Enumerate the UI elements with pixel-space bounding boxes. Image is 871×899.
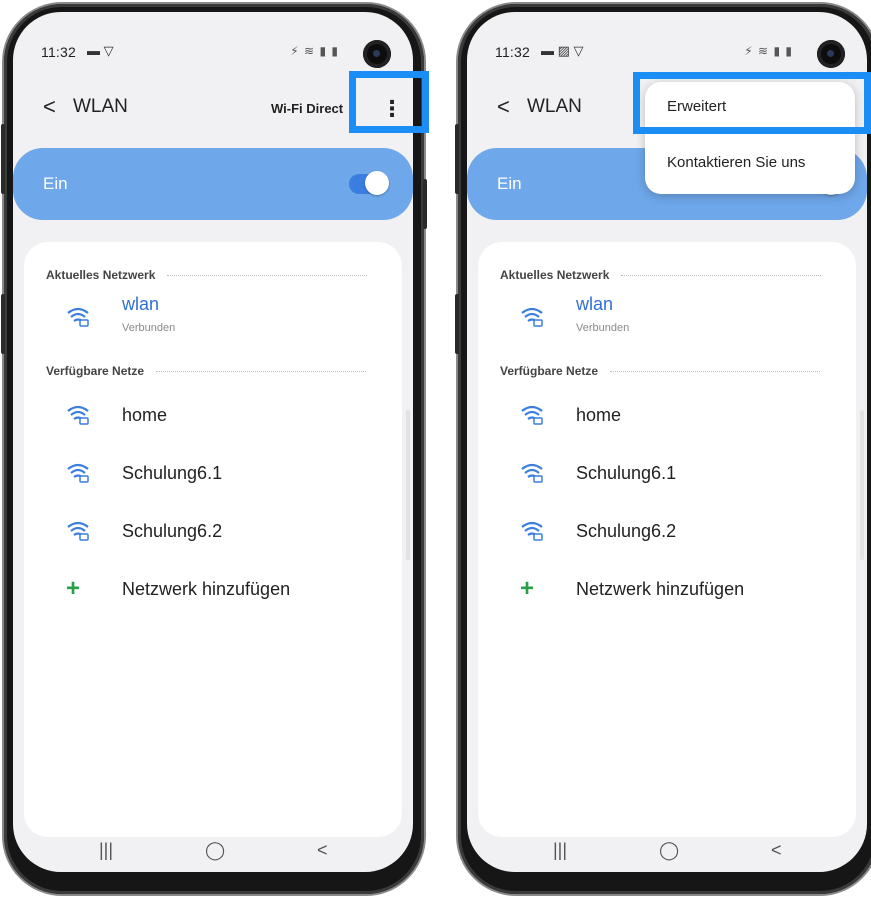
menu-item-kontakt[interactable]: Kontaktieren Sie uns: [667, 154, 805, 171]
available-networks-header: Verfügbare Netze: [46, 364, 367, 378]
toggle-label: Ein: [43, 174, 68, 193]
switch-knob: [365, 171, 389, 195]
highlight-more-options: [349, 71, 429, 133]
network-list-card: Aktuelles Netzwerk wlan Verbunden Verfüg…: [478, 242, 856, 837]
network-name: Schulung6.1: [122, 463, 223, 483]
status-bar: 11:32 ▬ ▨ ▽ ⚡ ≋ ▮ ▮: [485, 42, 849, 66]
screen-left: 11:32 ▬ ▽ ⚡ ≋ ▮ ▮ < WLAN Wi-Fi Direct ⋮ …: [13, 12, 413, 872]
highlight-erweitert: [633, 72, 871, 134]
notification-icons: ▬ ▨ ▽: [541, 43, 584, 58]
current-network-name[interactable]: wlan: [576, 294, 613, 315]
wifi-lock-icon: [521, 521, 543, 541]
volume-button: [1, 124, 5, 194]
recents-icon[interactable]: |||: [553, 840, 567, 861]
scrollbar[interactable]: [860, 410, 864, 560]
wifi-lock-icon: [521, 463, 543, 483]
wifi-lock-icon: [67, 307, 89, 327]
screen-right: 11:32 ▬ ▨ ▽ ⚡ ≋ ▮ ▮ < WLAN Ein Aktuelles…: [467, 12, 867, 872]
back-arrow-icon[interactable]: <: [43, 94, 56, 120]
navigation-bar: ||| ◯ <: [13, 838, 413, 872]
recents-icon[interactable]: |||: [99, 840, 113, 861]
wifi-lock-icon: [521, 307, 543, 327]
wifi-lock-icon: [67, 521, 89, 541]
wlan-switch[interactable]: [349, 171, 389, 195]
nav-back-icon[interactable]: <: [771, 840, 782, 861]
wifi-lock-icon: [521, 405, 543, 425]
home-icon[interactable]: ◯: [659, 840, 679, 861]
current-network-status: Verbunden: [122, 322, 176, 334]
current-network-status: Verbunden: [576, 322, 630, 334]
page-title: WLAN: [73, 96, 128, 117]
network-list-card: Aktuelles Netzwerk wlan Verbunden Verfüg…: [24, 242, 402, 837]
plus-icon: +: [520, 575, 535, 602]
toggle-label: Ein: [497, 174, 522, 193]
scrollbar[interactable]: [406, 410, 410, 560]
back-arrow-icon[interactable]: <: [497, 94, 510, 120]
phone-left: 11:32 ▬ ▽ ⚡ ≋ ▮ ▮ < WLAN Wi-Fi Direct ⋮ …: [1, 4, 427, 894]
nav-back-icon[interactable]: <: [317, 840, 328, 861]
system-icons: ⚡ ≋ ▮ ▮: [290, 44, 339, 58]
wlan-toggle-bar[interactable]: Ein: [13, 148, 413, 220]
volume-button: [455, 124, 459, 194]
navigation-bar: ||| ◯ <: [467, 838, 867, 872]
current-network-header: Aktuelles Netzwerk: [46, 268, 368, 282]
bixby-button: [455, 294, 459, 354]
system-icons: ⚡ ≋ ▮ ▮: [744, 44, 793, 58]
status-time: 11:32: [495, 44, 530, 60]
network-name: Schulung6.2: [122, 521, 223, 541]
status-time: 11:32: [41, 44, 76, 60]
page-title: WLAN: [527, 96, 582, 117]
front-camera-icon: [817, 40, 845, 68]
plus-icon: +: [66, 575, 81, 602]
add-network-label: Netzwerk hinzufügen: [576, 579, 745, 599]
current-network-name[interactable]: wlan: [122, 294, 159, 315]
bixby-button: [1, 294, 5, 354]
phone-right: 11:32 ▬ ▨ ▽ ⚡ ≋ ▮ ▮ < WLAN Ein Aktuelles…: [455, 4, 871, 894]
power-button: [423, 179, 427, 229]
network-name: home: [576, 405, 622, 425]
front-camera-icon: [363, 40, 391, 68]
add-network-label: Netzwerk hinzufügen: [122, 579, 291, 599]
network-name: Schulung6.2: [576, 521, 677, 541]
status-bar: 11:32 ▬ ▽ ⚡ ≋ ▮ ▮: [31, 42, 395, 66]
notification-icons: ▬ ▽: [87, 43, 114, 58]
network-name: home: [122, 405, 168, 425]
wifi-lock-icon: [67, 463, 89, 483]
available-networks-header: Verfügbare Netze: [500, 364, 821, 378]
wifi-lock-icon: [67, 405, 89, 425]
home-icon[interactable]: ◯: [205, 840, 225, 861]
network-name: Schulung6.1: [576, 463, 677, 483]
current-network-header: Aktuelles Netzwerk: [500, 268, 822, 282]
